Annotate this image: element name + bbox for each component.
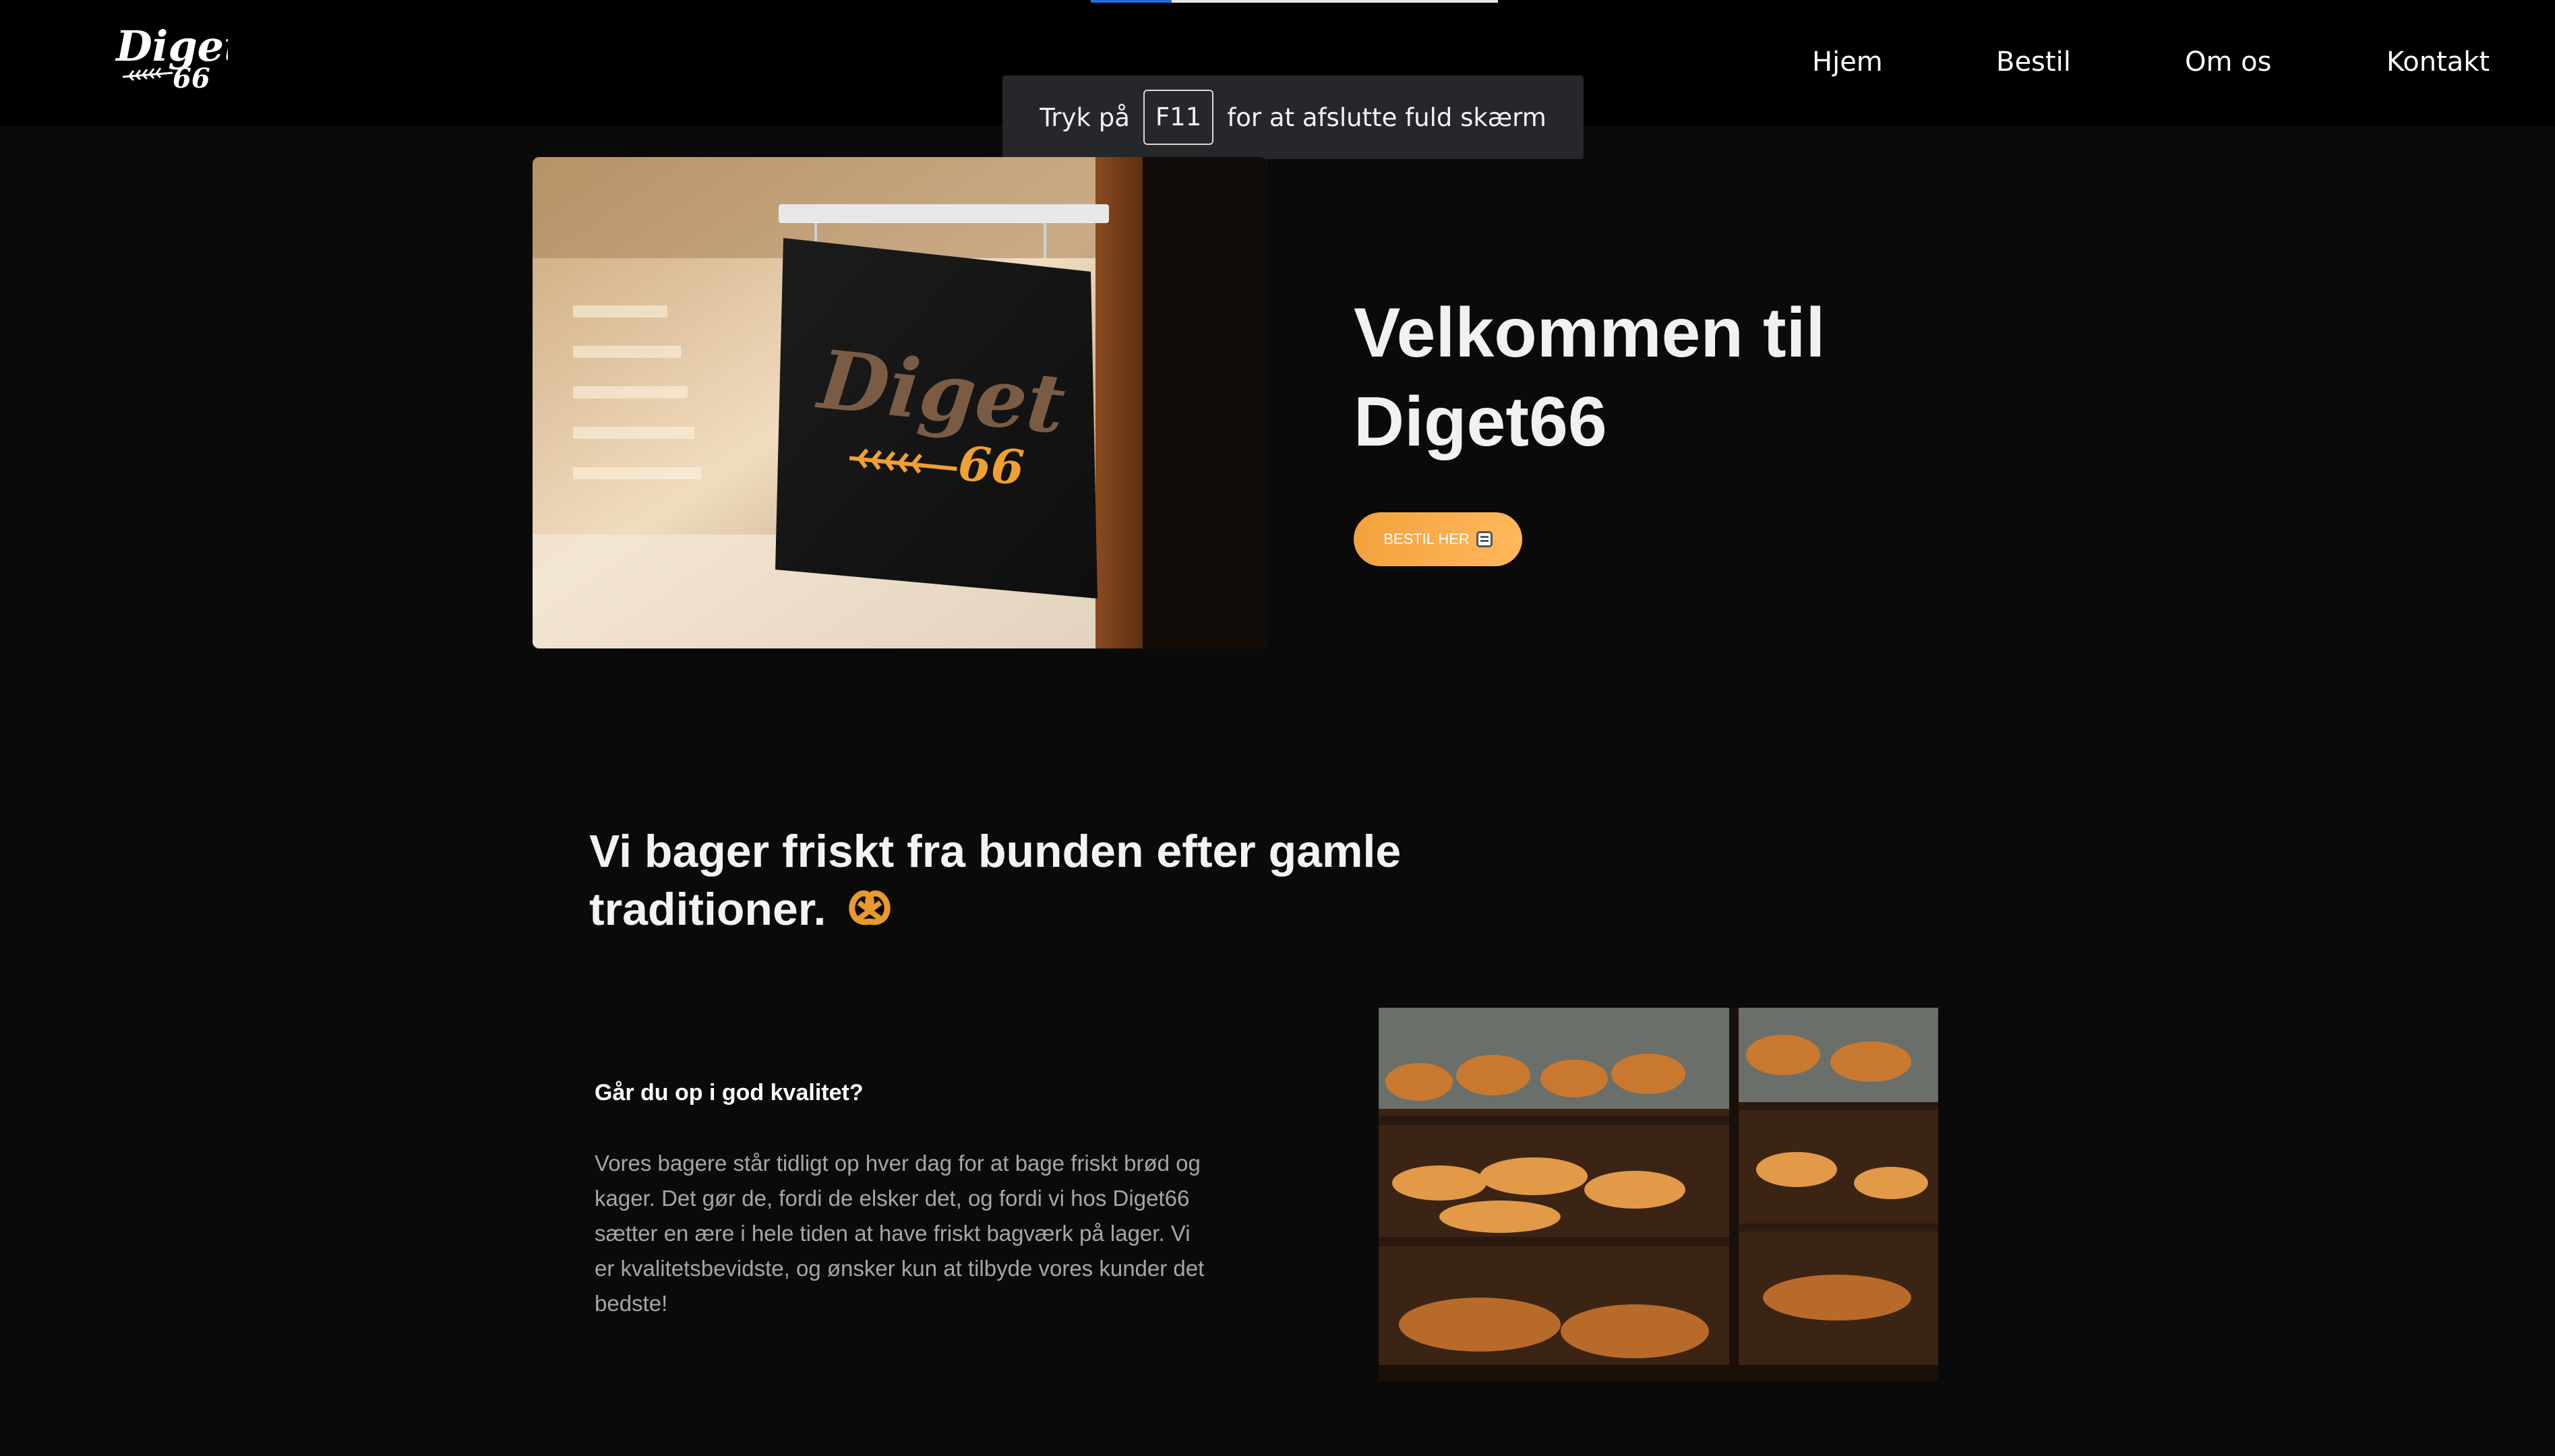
section-heading: Vi bager friskt fra bunden efter gamle t… [589,822,1439,942]
order-button-label: BESTIL HER [1383,530,1470,547]
nav-item-hjem[interactable]: Hjem [1812,40,1883,84]
fullscreen-exit-notice: Tryk på F11 for at afslutte fuld skærm [1002,75,1584,159]
order-here-button[interactable]: BESTIL HER [1354,512,1522,566]
sign-text-line2: 66 [957,435,1026,496]
nav-item-bestil[interactable]: Bestil [1996,40,2071,84]
nav-item-kontakt[interactable]: Kontakt [2386,40,2490,84]
page-load-progress-bar [1091,0,1498,3]
notepad-icon [1476,531,1493,547]
quality-subheading: Går du op i god kvalitet? [595,1080,864,1105]
nav-item-om-os[interactable]: Om os [2185,40,2271,84]
bakery-display-case-image [1379,1008,1938,1382]
page-load-progress-fill [1091,0,1172,3]
hero-title: Velkommen til Diget66 [1354,294,1826,461]
storefront-sign-image: Diget 66 [533,157,1267,648]
f11-key-badge: F11 [1143,90,1214,145]
section-heading-text: Vi bager friskt fra bunden efter gamle t… [589,826,1402,935]
fullscreen-notice-suffix: for at afslutte fuld skærm [1227,102,1546,132]
fullscreen-notice-prefix: Tryk på [1040,102,1130,132]
about-body-text: Vores bagere står tidligt op hver dag fo… [595,1151,1205,1316]
pretzel-icon [845,884,894,942]
